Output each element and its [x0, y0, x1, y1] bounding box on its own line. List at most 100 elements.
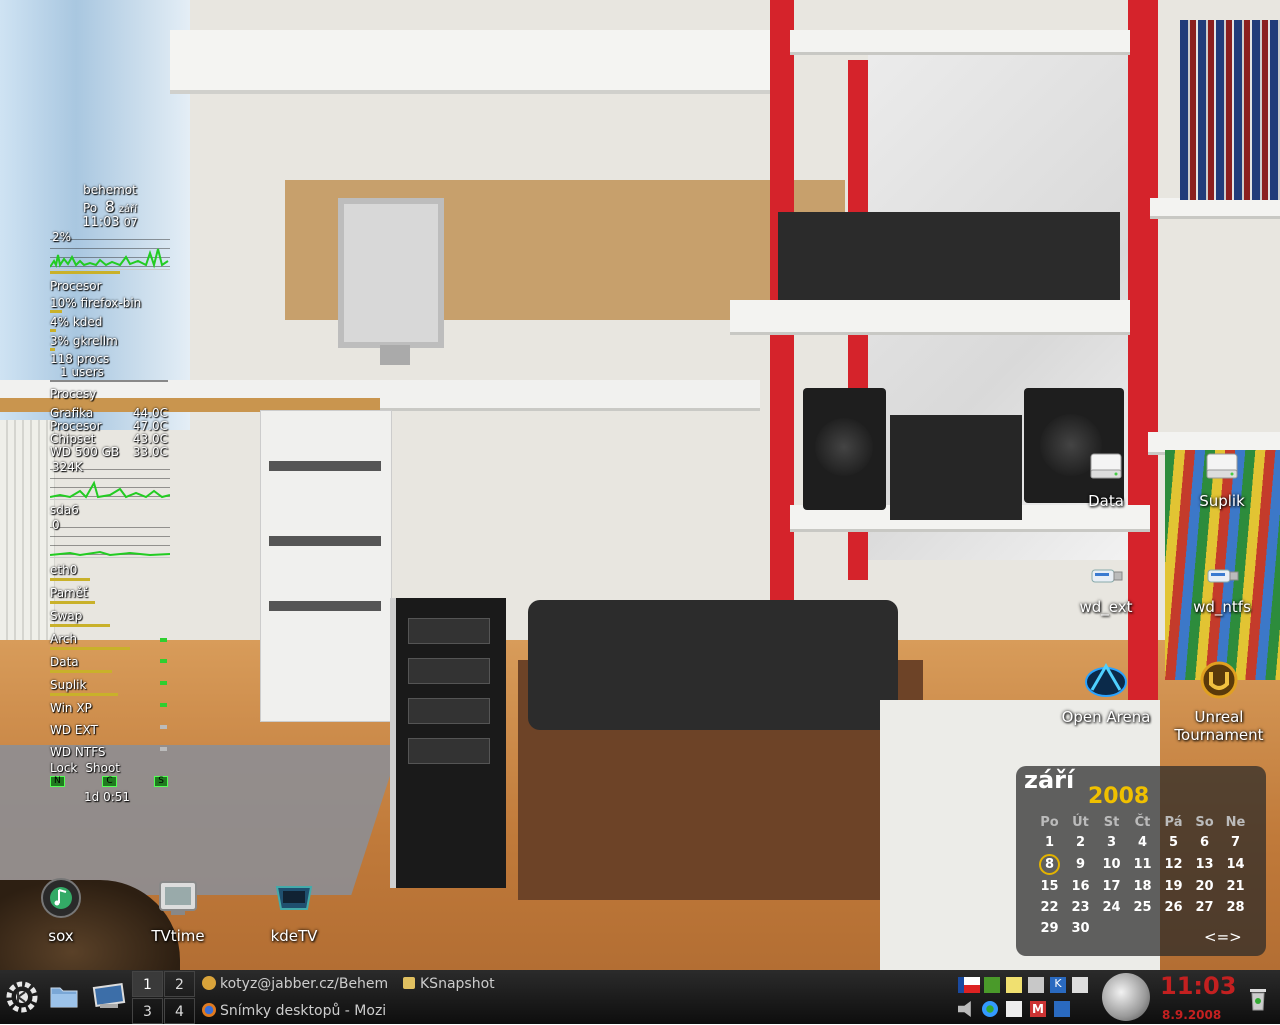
pager-desktop-4[interactable]: 4	[164, 998, 195, 1024]
calendar-day[interactable]: 14	[1220, 853, 1251, 876]
calendar-day[interactable]: 25	[1127, 897, 1158, 918]
capslock-indicator: C	[102, 776, 117, 787]
task-ksnapshot[interactable]: KSnapshot	[400, 971, 540, 997]
trash-button[interactable]	[1248, 986, 1268, 1016]
mount-wdntfs[interactable]: WD NTFS	[50, 746, 175, 762]
network-monitor-icon[interactable]	[1054, 1001, 1070, 1017]
tv-icon	[159, 881, 197, 915]
calendar-day[interactable]: 28	[1220, 897, 1251, 918]
calendar-day[interactable]: 12	[1158, 853, 1189, 876]
calendar-day[interactable]: 24	[1096, 897, 1127, 918]
uptime: 1d 0:51	[84, 790, 131, 804]
desktop-icon-kdetv[interactable]: kdeTV	[258, 877, 330, 945]
calendar-day[interactable]: 2	[1065, 832, 1096, 853]
desktop-icon-data[interactable]: Data	[1080, 448, 1132, 510]
desktop-icon-wd-ext[interactable]: wd_ext	[1072, 560, 1140, 616]
calendar-day[interactable]: 26	[1158, 897, 1189, 918]
desktop-icon-label: Open Arena	[1061, 708, 1151, 726]
kde-gear-icon	[6, 981, 38, 1013]
shoot-button[interactable]: Shoot	[85, 762, 120, 775]
desktop-icon-tvtime[interactable]: TVtime	[140, 877, 216, 945]
calendar-day[interactable]: 18	[1127, 876, 1158, 897]
usb-drive-icon	[1091, 569, 1123, 583]
calendar-nav-button[interactable]: <=>	[1204, 928, 1242, 946]
network-icon[interactable]	[1072, 977, 1088, 993]
desktop-icon-unreal-tournament[interactable]: Unreal Tournament	[1166, 660, 1272, 744]
process-bar	[50, 329, 56, 332]
mount-arch[interactable]: Arch	[50, 633, 175, 647]
calendar-day[interactable]: 13	[1189, 853, 1220, 876]
home-folder-button[interactable]	[48, 980, 80, 1016]
show-desktop-button[interactable]	[92, 980, 126, 1016]
clock-time[interactable]: 11:03	[1160, 972, 1236, 1000]
mount-data[interactable]: Data	[50, 656, 175, 670]
ksnapshot-icon	[403, 977, 415, 989]
calendar-day[interactable]: 17	[1096, 876, 1127, 897]
pager-desktop-2[interactable]: 2	[164, 971, 195, 997]
pager-desktop-3[interactable]: 3	[132, 998, 163, 1024]
notes-icon[interactable]	[1006, 977, 1022, 993]
clock-date[interactable]: 8.9.2008	[1162, 1008, 1221, 1022]
download-icon[interactable]	[984, 977, 1000, 993]
kmenu-button[interactable]	[4, 980, 40, 1018]
task-firefox[interactable]: Snímky desktopů - Mozi	[200, 998, 418, 1024]
calendar-day[interactable]: 29	[1034, 918, 1065, 939]
task-label: KSnapshot	[420, 976, 495, 992]
mount-bar	[50, 670, 112, 673]
calendar-week: 15 16 17 18 19 20 21	[1034, 876, 1251, 897]
clipboard-icon[interactable]	[1028, 977, 1044, 993]
kde-update-icon[interactable]: K	[1050, 977, 1066, 993]
wallpaper-heater	[0, 420, 55, 670]
gmail-icon[interactable]: M	[1030, 1001, 1046, 1017]
calendar-day[interactable]: 20	[1189, 876, 1220, 897]
wallpaper-stereo	[890, 415, 1022, 520]
calendar-day[interactable]: 11	[1127, 853, 1158, 876]
swap-label: Swap	[50, 609, 83, 623]
calendar-week: 1234567	[1034, 832, 1251, 853]
calendar-day[interactable]: 22	[1034, 897, 1065, 918]
files-icon[interactable]	[1006, 1001, 1022, 1017]
calendar-day[interactable]: 27	[1189, 897, 1220, 918]
desktop-icon-wd-ntfs[interactable]: wd_ntfs	[1186, 560, 1258, 616]
calendar-day[interactable]: 3	[1096, 832, 1127, 853]
calendar-weekday-row: Po Út St Čt Pá So Ne	[1040, 814, 1246, 830]
calendar-day[interactable]: 4	[1127, 832, 1158, 853]
calendar-day[interactable]: 19	[1158, 876, 1189, 897]
mount-suplik[interactable]: Suplik	[50, 679, 175, 693]
desktop-icon-sox[interactable]: sox	[30, 877, 92, 945]
process-bar	[50, 348, 55, 351]
calendar-day[interactable]: 23	[1065, 897, 1096, 918]
keyboard-layout-icon[interactable]	[958, 977, 980, 993]
calendar-day[interactable]: 10	[1096, 853, 1127, 876]
wallpaper-printer	[528, 600, 898, 730]
wallpaper-shelf	[730, 300, 1130, 335]
desktop-icon-open-arena[interactable]: Open Arena	[1054, 660, 1158, 726]
calendar-day[interactable]: 6	[1189, 832, 1220, 853]
calendar-day[interactable]: 7	[1220, 832, 1251, 853]
desktop-icon-suplik[interactable]: Suplik	[1192, 448, 1252, 510]
music-player-icon	[41, 878, 81, 918]
task-jabber[interactable]: kotyz@jabber.cz/Behem	[200, 971, 418, 997]
calendar-day[interactable]: 21	[1220, 876, 1251, 897]
desktop-icon-label: Unreal Tournament	[1174, 708, 1264, 744]
numlock-indicator: N	[50, 776, 65, 787]
monitor-time: 11:03 07	[82, 215, 138, 230]
mount-wdext[interactable]: WD EXT	[50, 724, 175, 746]
calendar-day[interactable]: 5	[1158, 832, 1189, 853]
volume-icon[interactable]	[958, 1001, 971, 1017]
calendar-day[interactable]: 15	[1034, 876, 1065, 897]
mount-led	[160, 725, 167, 729]
pager-desktop-1[interactable]: 1	[132, 971, 163, 997]
wallpaper-speaker	[803, 388, 886, 510]
mount-bar	[50, 693, 118, 696]
lock-button[interactable]: Lock	[50, 762, 77, 775]
desktop-icon	[92, 983, 126, 1008]
top-process-3: 3% gkrellm	[50, 334, 118, 348]
mount-winxp[interactable]: Win XP	[50, 702, 175, 724]
calendar-day-today[interactable]: 8	[1034, 853, 1065, 876]
calendar-day[interactable]: 30	[1065, 918, 1096, 939]
calendar-day[interactable]: 9	[1065, 853, 1096, 876]
calendar-day[interactable]: 1	[1034, 832, 1065, 853]
calendar-day[interactable]: 16	[1065, 876, 1096, 897]
bluetooth-icon[interactable]	[982, 1001, 998, 1017]
